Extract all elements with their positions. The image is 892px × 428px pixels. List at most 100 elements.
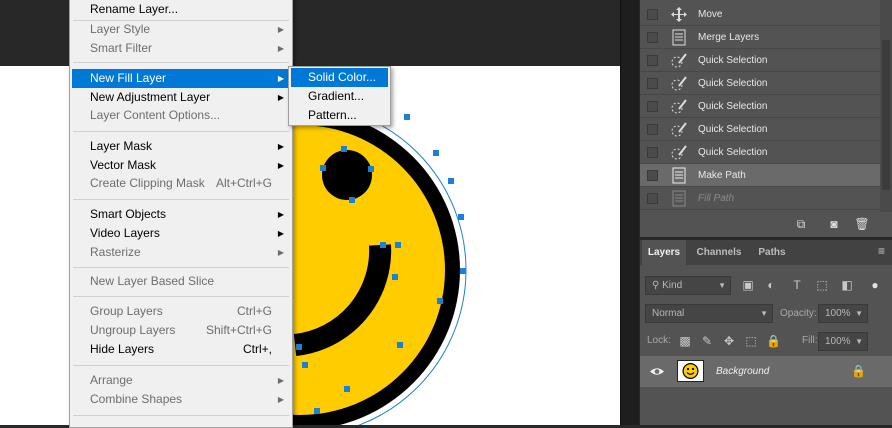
layer-context-menu: Rename Layer... Layer Style ▶ Smart Filte…	[69, 0, 293, 428]
menu-separator	[73, 365, 289, 366]
lock-image-pixels-icon[interactable]: ✎	[700, 333, 714, 349]
snapshot-source-checkbox[interactable]	[647, 55, 658, 66]
snapshot-source-checkbox[interactable]	[647, 32, 658, 43]
filter-kind-dropdown[interactable]: ⚲ Kind ▼	[645, 276, 731, 295]
tab-channels[interactable]: Channels	[690, 240, 748, 265]
document-icon	[672, 190, 686, 207]
history-step-quick-selection[interactable]: Quick Selection	[640, 141, 880, 164]
history-step-make-path[interactable]: Make Path	[640, 164, 880, 187]
document-icon	[672, 167, 686, 184]
anchor-point	[314, 408, 320, 414]
menu-item-layer-style[interactable]: Layer Style ▶	[72, 20, 290, 39]
submenu-arrow-icon: ▶	[277, 395, 284, 404]
trash-icon[interactable]: 🗑	[854, 216, 870, 232]
snapshot-source-checkbox[interactable]	[647, 124, 658, 135]
history-step-quick-selection[interactable]: Quick Selection	[640, 95, 880, 118]
layers-panel: Layers Channels Paths ≡ ⚲ Kind ▼ ▣ ◐ T ⬚ …	[640, 240, 892, 425]
menu-item-new-layer-based-slice[interactable]: New Layer Based Slice	[72, 272, 290, 291]
submenu-item-solid-color[interactable]: Solid Color...	[291, 68, 388, 87]
layer-thumbnail	[677, 360, 704, 382]
panel-menu-icon[interactable]: ≡	[878, 245, 889, 257]
layer-lock-icon[interactable]: 🔒	[851, 363, 866, 379]
menu-item-new-adjustment-layer[interactable]: New Adjustment Layer ▶	[72, 88, 290, 107]
tab-layers[interactable]: Layers	[642, 240, 686, 265]
type-filter-icon[interactable]: T	[790, 277, 804, 293]
menu-item-rasterize[interactable]: Rasterize ▶	[72, 243, 290, 262]
adjustment-filter-icon[interactable]: ◐	[764, 277, 778, 293]
submenu-arrow-icon: ▶	[277, 229, 284, 238]
anchor-point	[404, 114, 410, 120]
new-document-from-state-icon[interactable]: ⧉	[793, 216, 809, 232]
submenu-arrow-icon: ▶	[277, 248, 284, 257]
menu-separator	[73, 62, 289, 63]
anchor-point	[395, 242, 401, 248]
submenu-item-gradient[interactable]: Gradient...	[291, 87, 388, 106]
menu-item-create-clipping-mask[interactable]: Create Clipping Mask Alt+Ctrl+G	[72, 174, 290, 193]
fill-field[interactable]: 100% ▼	[818, 332, 868, 351]
menu-item-rename-layer[interactable]: Rename Layer...	[72, 0, 290, 19]
layer-row-background[interactable]: Background 🔒	[640, 356, 892, 387]
snapshot-source-checkbox[interactable]	[647, 101, 658, 112]
history-step-quick-selection[interactable]: Quick Selection	[640, 118, 880, 141]
shape-filter-icon[interactable]: ⬚	[815, 277, 829, 293]
visibility-eye-icon[interactable]	[649, 366, 665, 377]
menu-item-vector-mask[interactable]: Vector Mask ▶	[72, 156, 290, 175]
lock-position-icon[interactable]: ✥	[722, 333, 736, 349]
menu-item-combine-shapes[interactable]: Combine Shapes ▶	[72, 390, 290, 409]
menu-separator	[73, 199, 289, 200]
menu-item-ungroup-layers[interactable]: Ungroup Layers Shift+Ctrl+G	[72, 321, 290, 340]
pixel-filter-icon[interactable]: ▣	[741, 277, 755, 293]
menu-item-layer-content-options[interactable]: Layer Content Options...	[72, 106, 290, 125]
submenu-arrow-icon: ▶	[277, 74, 284, 83]
history-step-quick-selection[interactable]: Quick Selection	[640, 72, 880, 95]
quick-selection-icon	[671, 99, 687, 114]
anchor-point	[296, 344, 302, 350]
fill-label: Fill:	[802, 335, 818, 346]
menu-separator	[73, 296, 289, 297]
menu-separator	[73, 415, 289, 416]
lock-artboard-icon[interactable]: ⬚	[744, 333, 758, 349]
menu-item-video-layers[interactable]: Video Layers ▶	[72, 224, 290, 243]
filter-toggle-icon[interactable]: ●	[868, 277, 882, 293]
snapshot-source-checkbox[interactable]	[647, 9, 658, 20]
panel-divider[interactable]	[620, 0, 639, 425]
anchor-point	[344, 386, 350, 392]
camera-icon[interactable]: ◙	[826, 216, 842, 232]
chevron-down-icon: ▼	[718, 281, 726, 290]
blend-mode-dropdown[interactable]: Normal ▼	[645, 304, 773, 323]
menu-item-hide-layers[interactable]: Hide Layers Ctrl+,	[72, 340, 290, 359]
menu-item-group-layers[interactable]: Group Layers Ctrl+G	[72, 302, 290, 321]
scrollbar-thumb[interactable]	[882, 40, 890, 190]
chevron-down-icon: ▼	[760, 309, 768, 318]
anchor-point	[460, 268, 466, 274]
quick-selection-icon	[671, 53, 687, 68]
menu-item-smart-objects[interactable]: Smart Objects ▶	[72, 205, 290, 224]
snapshot-source-checkbox[interactable]	[647, 147, 658, 158]
anchor-point	[397, 342, 403, 348]
submenu-arrow-icon: ▶	[277, 210, 284, 219]
menu-item-smart-filter[interactable]: Smart Filter ▶	[72, 39, 290, 58]
anchor-point	[392, 274, 398, 280]
snapshot-source-checkbox[interactable]	[647, 170, 658, 181]
history-step-fill-path[interactable]: Fill Path	[640, 187, 880, 210]
history-scrollbar[interactable]	[880, 0, 892, 237]
smiley-thumbnail-image	[682, 363, 699, 379]
smart-object-filter-icon[interactable]: ◧	[840, 277, 854, 293]
tab-paths[interactable]: Paths	[752, 240, 792, 265]
opacity-field[interactable]: 100% ▼	[818, 304, 868, 323]
submenu-item-pattern[interactable]: Pattern...	[291, 106, 388, 125]
snapshot-source-checkbox[interactable]	[647, 193, 658, 204]
anchor-point	[437, 298, 443, 304]
history-footer: ⧉ ◙ 🗑	[640, 212, 892, 237]
history-step-move[interactable]: Move	[640, 3, 880, 26]
menu-item-arrange[interactable]: Arrange ▶	[72, 371, 290, 390]
lock-transparent-pixels-icon[interactable]: ▩	[678, 333, 692, 349]
lock-all-icon[interactable]: 🔒	[766, 333, 781, 349]
menu-item-new-fill-layer[interactable]: New Fill Layer ▶	[72, 69, 290, 88]
history-step-quick-selection[interactable]: Quick Selection	[640, 49, 880, 72]
new-fill-layer-submenu: Solid Color... Gradient... Pattern...	[288, 66, 391, 126]
layer-name[interactable]: Background	[716, 356, 769, 387]
menu-item-layer-mask[interactable]: Layer Mask ▶	[72, 137, 290, 156]
history-step-merge-layers[interactable]: Merge Layers	[640, 26, 880, 49]
snapshot-source-checkbox[interactable]	[647, 78, 658, 89]
